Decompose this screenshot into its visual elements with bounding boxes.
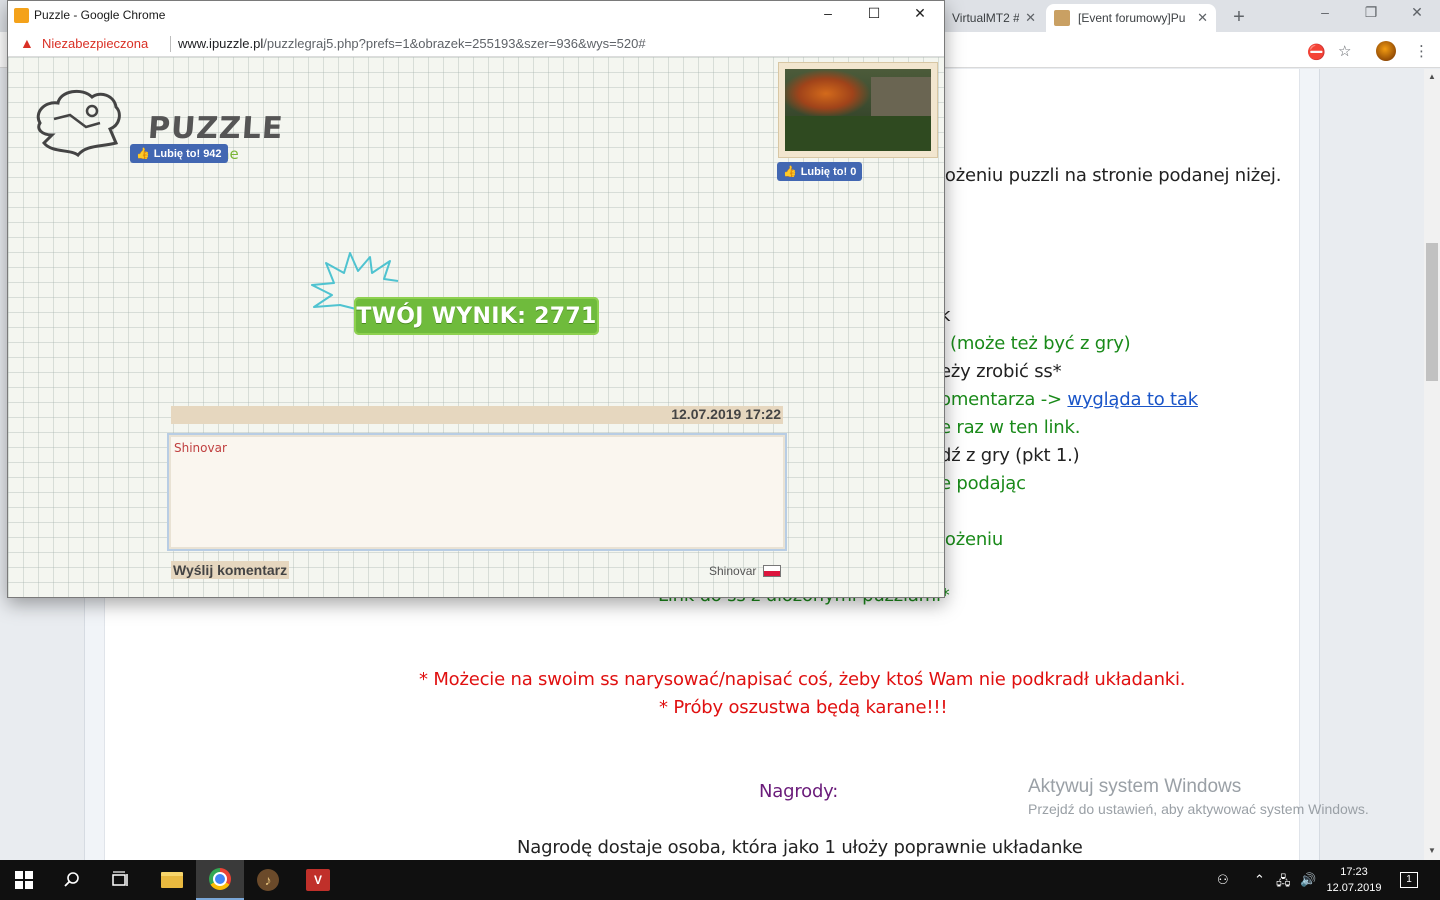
security-indicator[interactable]: Niezabezpieczona bbox=[42, 36, 148, 51]
close-window-button[interactable]: ✕ bbox=[1394, 4, 1440, 21]
comment-date-bar: 12.07.2019 17:22 bbox=[171, 406, 783, 424]
url-host: www.ipuzzle.pl bbox=[178, 36, 264, 51]
menu-icon[interactable]: ⋮ bbox=[1414, 42, 1429, 60]
poland-flag-icon bbox=[763, 565, 781, 577]
score-text: TWÓJ WYNIK: 2771 bbox=[356, 303, 597, 329]
post-line: e raz w ten link. bbox=[940, 417, 1081, 438]
post-line: łożeniu bbox=[940, 529, 1004, 550]
task-view-icon bbox=[112, 871, 128, 886]
windows-activation-title: Aktywuj system Windows bbox=[1028, 776, 1242, 797]
search-icon bbox=[64, 872, 79, 887]
popup-title: Puzzle - Google Chrome bbox=[34, 8, 166, 22]
star-icon[interactable]: ☆ bbox=[1338, 42, 1351, 60]
url-path: /puzzlegraj5.php?prefs=1&obrazek=255193&… bbox=[263, 36, 646, 51]
tab-label: [Event forumowy]Pu bbox=[1078, 11, 1186, 25]
taskbar-clock[interactable]: 17:23 12.07.2019 bbox=[1318, 864, 1390, 896]
popup-titlebar: Puzzle - Google Chrome – ☐ ✕ bbox=[8, 1, 944, 30]
game-app-2-button[interactable]: V bbox=[294, 860, 342, 900]
post-warning-line: * Możecie na swoim ss narysować/napisać … bbox=[419, 669, 1186, 690]
people-icon[interactable]: ⚇ bbox=[1217, 872, 1229, 888]
chrome-taskbar-button[interactable] bbox=[196, 860, 244, 900]
puzzle-image-thumbnail[interactable] bbox=[778, 62, 938, 158]
page-scrollbar[interactable] bbox=[1424, 69, 1440, 860]
tab-virtualmt2[interactable]: VirtualMT2 # ✕ bbox=[944, 4, 1044, 32]
prizes-heading: Nagrody: bbox=[759, 781, 839, 802]
game-app-1-button[interactable]: ♪ bbox=[244, 860, 292, 900]
forum-favicon-icon bbox=[1054, 10, 1070, 26]
puzzle-popup-window: Puzzle - Google Chrome – ☐ ✕ ▲ Niezabezp… bbox=[7, 0, 945, 598]
tray-chevron-up-icon[interactable]: ⌃ bbox=[1254, 872, 1265, 888]
popup-close-button[interactable]: ✕ bbox=[897, 5, 943, 22]
minimize-button[interactable]: – bbox=[1302, 4, 1348, 20]
task-view-button[interactable] bbox=[96, 860, 144, 900]
thumbs-up-icon: 👍 bbox=[136, 148, 150, 160]
post-line: eży zrobić ss* bbox=[940, 361, 1062, 382]
address-divider bbox=[170, 36, 171, 52]
post-line: e podając bbox=[940, 473, 1026, 494]
close-tab-icon[interactable]: ✕ bbox=[1197, 10, 1208, 26]
puzzle-favicon-icon bbox=[14, 8, 29, 23]
post-warning-line: * Próby oszustwa będą karane!!! bbox=[659, 697, 948, 718]
example-link[interactable]: wygląda to tak bbox=[1067, 389, 1198, 410]
post-line: dź z gry (pkt 1.) bbox=[940, 445, 1080, 466]
windows-taskbar: ♪ V ⚇ ⌃ 🖧 🔊 bbox=[0, 860, 1440, 900]
new-tab-button[interactable]: + bbox=[1228, 6, 1250, 29]
facebook-like-site-button[interactable]: 👍 Lubię to! 942 bbox=[130, 144, 228, 163]
score-badge: TWÓJ WYNIK: 2771 bbox=[354, 297, 599, 335]
tab-event-forumowy[interactable]: [Event forumowy]Pu ✕ bbox=[1046, 4, 1216, 32]
url-text[interactable]: www.ipuzzle.pl/puzzlegraj5.php?prefs=1&o… bbox=[178, 36, 646, 51]
search-button[interactable] bbox=[48, 860, 96, 900]
nickname: Shinovar bbox=[709, 564, 757, 578]
scroll-up-arrow-icon[interactable]: ▲ bbox=[1424, 72, 1440, 81]
puzzle-piece-logo-icon bbox=[36, 89, 121, 158]
send-comment-button[interactable]: Wyślij komentarz bbox=[171, 561, 290, 579]
popup-address-bar[interactable]: ▲ Niezabezpieczona www.ipuzzle.pl/puzzle… bbox=[8, 30, 944, 57]
restore-button[interactable]: ❐ bbox=[1348, 4, 1394, 21]
tab-label: VirtualMT2 # bbox=[952, 11, 1020, 25]
harp-game-icon: ♪ bbox=[257, 869, 279, 891]
windows-logo-icon bbox=[15, 871, 33, 889]
chrome-icon bbox=[209, 868, 231, 890]
like-image-label: Lubię to! 0 bbox=[800, 165, 857, 178]
popup-minimize-button[interactable]: – bbox=[805, 5, 851, 21]
popup-maximize-button[interactable]: ☐ bbox=[851, 5, 897, 22]
post-line-text: omentarza -> bbox=[940, 389, 1068, 410]
scroll-down-arrow-icon[interactable]: ▼ bbox=[1424, 846, 1440, 855]
folder-icon bbox=[161, 872, 183, 888]
thumbs-up-icon: 👍 bbox=[783, 166, 797, 178]
post-line: Nagrodę dostaje osoba, która jako 1 ułoż… bbox=[517, 837, 1083, 858]
file-explorer-button[interactable] bbox=[148, 860, 196, 900]
game-screenshot-image bbox=[785, 69, 931, 151]
post-line: omentarza -> wygląda to tak bbox=[940, 389, 1198, 410]
volume-icon[interactable]: 🔊 bbox=[1300, 872, 1316, 888]
warning-triangle-icon: ▲ bbox=[20, 35, 34, 51]
post-line: łożeniu puzzli na stronie podanej niżej. bbox=[940, 165, 1282, 186]
close-tab-icon[interactable]: ✕ bbox=[1025, 10, 1036, 26]
virtualmt2-icon: V bbox=[306, 869, 330, 891]
clock-time: 17:23 bbox=[1340, 866, 1368, 878]
comment-date: 12.07.2019 17:22 bbox=[671, 406, 781, 422]
start-button[interactable] bbox=[0, 860, 48, 900]
logo-main-text: PUZZLE bbox=[146, 111, 285, 146]
puzzle-page: PUZZLE online 👍 Lubię to! 942 👍 Lubię to… bbox=[8, 57, 944, 597]
thumbnail-ground bbox=[785, 116, 931, 151]
scrollbar-thumb[interactable] bbox=[1426, 243, 1438, 381]
notification-center-icon[interactable]: 1 bbox=[1400, 872, 1418, 888]
clock-date: 12.07.2019 bbox=[1326, 882, 1382, 894]
comment-input[interactable] bbox=[167, 433, 787, 551]
post-line: (może też być z gry) bbox=[950, 333, 1131, 354]
windows-activation-subtitle: Przejdź do ustawień, aby aktywować syste… bbox=[1028, 801, 1369, 817]
facebook-like-image-button[interactable]: 👍 Lubię to! 0 bbox=[777, 162, 863, 181]
like-site-label: Lubię to! 942 bbox=[153, 147, 222, 160]
avatar[interactable] bbox=[1376, 41, 1396, 61]
network-icon[interactable]: 🖧 bbox=[1276, 872, 1291, 894]
extension-icon[interactable]: ⛔ bbox=[1307, 43, 1326, 61]
